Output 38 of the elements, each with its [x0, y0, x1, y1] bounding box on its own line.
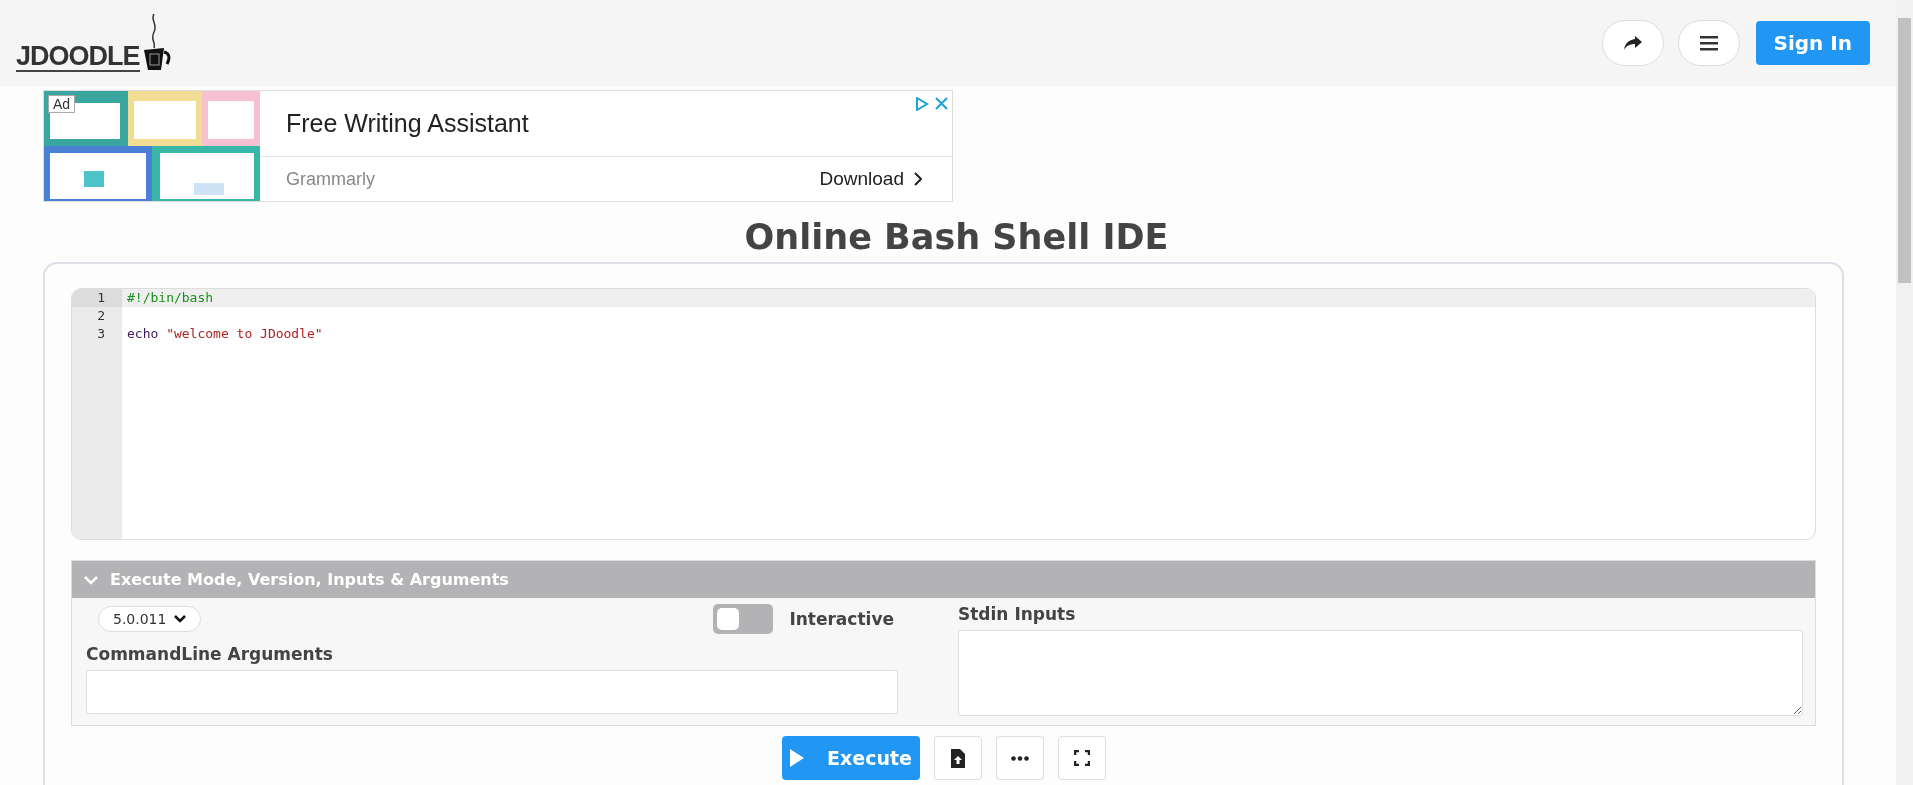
arguments-label: CommandLine Arguments [86, 644, 334, 664]
coffee-cup-icon [141, 14, 172, 72]
download-link[interactable]: Download [819, 168, 922, 190]
page-title: Online Bash Shell IDE [743, 216, 1170, 259]
stdin-label: Stdin Inputs [958, 604, 1077, 624]
interactive-label: Interactive [789, 609, 894, 629]
interactive-toggle[interactable] [713, 604, 774, 634]
share-icon [1622, 34, 1643, 52]
ad-headline[interactable]: Free Writing Assistant [286, 109, 529, 138]
line-number: 3 [96, 325, 106, 343]
file-upload-icon [950, 748, 965, 768]
ad-badge: Ad [48, 95, 76, 113]
stdin-field[interactable] [958, 630, 1803, 716]
code-line: #!/bin/bash [127, 289, 214, 307]
chevron-icon [914, 172, 922, 186]
ad-advertiser: Grammarly [286, 168, 376, 190]
fullscreen-icon [1073, 750, 1090, 766]
ad-banner[interactable]: Ad Free Writing Assistant Grammarly Download [43, 90, 953, 202]
logo-text[interactable]: JDOODLE [16, 43, 140, 72]
scrollbar[interactable] [1896, 0, 1913, 785]
upload-button[interactable] [933, 736, 982, 780]
fullscreen-button[interactable] [1057, 736, 1106, 780]
caret-icon [174, 615, 187, 623]
close-icon[interactable] [935, 97, 948, 110]
menu-icon [1699, 35, 1718, 51]
ad-choices-icon[interactable] [915, 97, 929, 111]
share-button[interactable] [1601, 20, 1664, 66]
code-editor[interactable]: 1 2 3 #!/bin/bash echo "welcome to JDoodle" [71, 288, 1816, 540]
menu-button[interactable] [1677, 20, 1740, 66]
version-dropdown[interactable]: 5.0.011 [98, 606, 202, 632]
chevron-icon [84, 574, 98, 585]
code-line: echo "welcome to JDoodle" [127, 325, 323, 343]
line-number: 2 [96, 307, 106, 325]
arguments-field[interactable] [86, 670, 898, 714]
line-number: 1 [72, 289, 122, 307]
play-icon [789, 748, 806, 768]
more-button[interactable] [995, 736, 1044, 780]
more-icon [1010, 755, 1029, 761]
